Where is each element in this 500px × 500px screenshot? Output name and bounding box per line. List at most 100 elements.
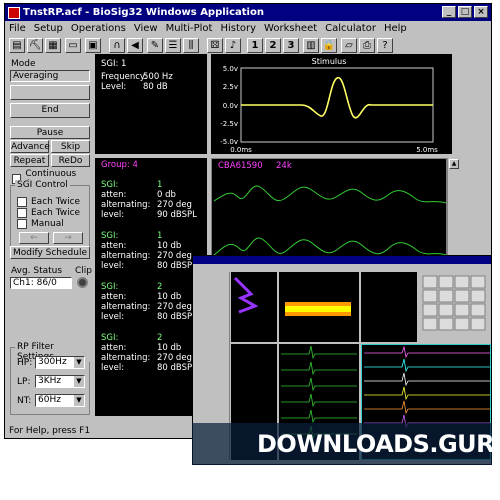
prev-arrow-button[interactable]: ← bbox=[19, 232, 49, 244]
x-tick-start: 0.0ms bbox=[230, 146, 252, 154]
lp-label: LP: bbox=[17, 377, 31, 387]
level-value: 80 dB bbox=[143, 82, 168, 92]
menu-history[interactable]: History bbox=[220, 23, 256, 34]
folder-icon[interactable]: ▭ bbox=[65, 38, 81, 53]
stimulus-icon[interactable]: ⚄ bbox=[207, 38, 223, 53]
secondary-sgi-panel bbox=[231, 272, 277, 342]
mode-label: Mode bbox=[11, 59, 36, 69]
group-4-atten-value: 10 db bbox=[157, 343, 182, 353]
level-label: Level: bbox=[101, 82, 127, 92]
avg-status-label: Avg. Status bbox=[11, 266, 63, 276]
group-2-sgi-value: 1 bbox=[157, 231, 163, 241]
pause-button[interactable]: Pause bbox=[10, 126, 90, 139]
group-list-panel: Group: 4 SGI: 1 atten: 0 db alternating:… bbox=[95, 158, 207, 416]
each-twice-label-1: Each Twice bbox=[31, 197, 81, 207]
each-twice-label-2: Each Twice bbox=[31, 208, 81, 218]
nt-dropdown-icon[interactable]: ▼ bbox=[74, 395, 84, 406]
sgi-control-label: SGI Control bbox=[15, 180, 70, 190]
group-1-sgi-value: 1 bbox=[157, 180, 163, 190]
group-4-alt-label: alternating: bbox=[101, 353, 151, 363]
menu-worksheet[interactable]: Worksheet bbox=[264, 23, 317, 34]
equalizer-icon[interactable]: ⫼ bbox=[183, 38, 199, 53]
headphones-icon[interactable]: ∩ bbox=[109, 38, 125, 53]
mixer-icon[interactable]: ☰ bbox=[165, 38, 181, 53]
group-4-level-value: 80 dBSPL bbox=[157, 363, 197, 373]
print-icon[interactable]: ⎙ bbox=[359, 38, 375, 53]
menu-view[interactable]: View bbox=[134, 23, 158, 34]
group-3-level-value: 80 dBSPL bbox=[157, 312, 197, 322]
nt-select[interactable]: 60Hz ▼ bbox=[35, 394, 85, 407]
help-icon[interactable]: ? bbox=[377, 38, 393, 53]
response-trace-2 bbox=[213, 237, 447, 256]
minimize-button[interactable]: _ bbox=[442, 6, 456, 18]
group-3-atten-label: atten: bbox=[101, 292, 127, 302]
group-3-sgi-label: SGI: bbox=[101, 282, 119, 292]
group-3-alt-value: 270 deg bbox=[157, 302, 192, 312]
next-arrow-button[interactable]: → bbox=[53, 232, 83, 244]
watermark-banner: DOWNLOADS.GURU bbox=[192, 423, 500, 465]
menu-calculator[interactable]: Calculator bbox=[325, 23, 376, 34]
each-twice-checkbox-2[interactable]: Each Twice bbox=[17, 208, 80, 218]
close-button[interactable]: × bbox=[474, 6, 488, 18]
watermark-main: DOWNLOADS bbox=[257, 430, 430, 458]
hp-label: HP: bbox=[17, 358, 33, 368]
y-tick-4: -2.5v bbox=[220, 120, 238, 128]
mode-field: Averaging bbox=[10, 70, 90, 82]
group-1-sgi-label: SGI: bbox=[101, 180, 119, 190]
lock-icon[interactable]: 🔒 bbox=[321, 38, 337, 53]
lp-select[interactable]: 3KHz ▼ bbox=[35, 375, 85, 388]
stimulus-trace bbox=[241, 77, 433, 119]
group-3-level-label: level: bbox=[101, 312, 125, 322]
modify-schedule-button[interactable]: Modify Schedule bbox=[10, 246, 90, 259]
save-icon[interactable]: ▦ bbox=[45, 38, 61, 53]
menu-operations[interactable]: Operations bbox=[71, 23, 126, 34]
group-4-alt-value: 270 deg bbox=[157, 353, 192, 363]
y-tick-1: 5.0v bbox=[223, 65, 238, 73]
speaker-icon[interactable]: ◀ bbox=[127, 38, 143, 53]
y-tick-2: 2.5v bbox=[223, 83, 238, 91]
open-icon[interactable]: ⛏ bbox=[27, 38, 43, 53]
edit-icon[interactable]: ✎ bbox=[147, 38, 163, 53]
new-icon[interactable]: ▤ bbox=[9, 38, 25, 53]
menu-file[interactable]: File bbox=[9, 23, 26, 34]
plot-1-button[interactable]: 1 bbox=[247, 38, 263, 53]
stimulus-plot: Stimulus 5.0v 2.5v 0.0v -2.5v -5.0v 0.0m… bbox=[211, 54, 452, 154]
end-button[interactable]: End bbox=[10, 103, 90, 118]
hp-dropdown-icon[interactable]: ▼ bbox=[74, 357, 84, 368]
grid-icon[interactable]: ▥ bbox=[303, 38, 319, 53]
menu-setup[interactable]: Setup bbox=[34, 23, 63, 34]
maximize-button[interactable]: □ bbox=[458, 6, 472, 18]
hp-select[interactable]: 300Hz ▼ bbox=[35, 356, 85, 369]
nt-label: NT: bbox=[17, 396, 32, 406]
each-twice-checkbox-1[interactable]: Each Twice bbox=[17, 197, 80, 207]
frequency-label: Frequency: bbox=[101, 72, 148, 82]
group-2-level-value: 80 dBSPL bbox=[157, 261, 197, 271]
skip-button[interactable]: Skip bbox=[51, 140, 90, 153]
nt-value: 60Hz bbox=[38, 395, 61, 405]
group-2-atten-value: 10 db bbox=[157, 241, 182, 251]
title-bar: TnstRP.acf - BioSig32 Windows Applicatio… bbox=[5, 4, 491, 21]
plot-2-button[interactable]: 2 bbox=[265, 38, 281, 53]
menu-help[interactable]: Help bbox=[384, 23, 407, 34]
group-1-level-label: level: bbox=[101, 210, 125, 220]
window-title: TnstRP.acf - BioSig32 Windows Applicatio… bbox=[23, 7, 264, 18]
advance-button[interactable]: Advance bbox=[10, 140, 50, 153]
secondary-spectrum-shape bbox=[233, 276, 259, 314]
watermark-accent: .GURU bbox=[429, 430, 500, 458]
redo-button[interactable]: ReDo bbox=[51, 154, 90, 167]
start-button[interactable] bbox=[10, 85, 90, 100]
secondary-title-bar bbox=[193, 256, 491, 264]
lp-dropdown-icon[interactable]: ▼ bbox=[74, 376, 84, 387]
repeat-button[interactable]: Repeat bbox=[10, 154, 49, 167]
group-4-atten-label: atten: bbox=[101, 343, 127, 353]
manual-checkbox[interactable]: Manual bbox=[17, 219, 64, 229]
group-2-alt-label: alternating: bbox=[101, 251, 151, 261]
group-1-alt-label: alternating: bbox=[101, 200, 151, 210]
menu-multi-plot[interactable]: Multi-Plot bbox=[166, 23, 213, 34]
notes-icon[interactable]: ▣ bbox=[85, 38, 101, 53]
plot-3-button[interactable]: 3 bbox=[283, 38, 299, 53]
signal-icon[interactable]: ♪ bbox=[225, 38, 241, 53]
open-file-icon[interactable]: ▱ bbox=[341, 38, 357, 53]
y-tick-3: 0.0v bbox=[223, 102, 238, 110]
scroll-up-icon[interactable]: ▲ bbox=[449, 159, 459, 169]
